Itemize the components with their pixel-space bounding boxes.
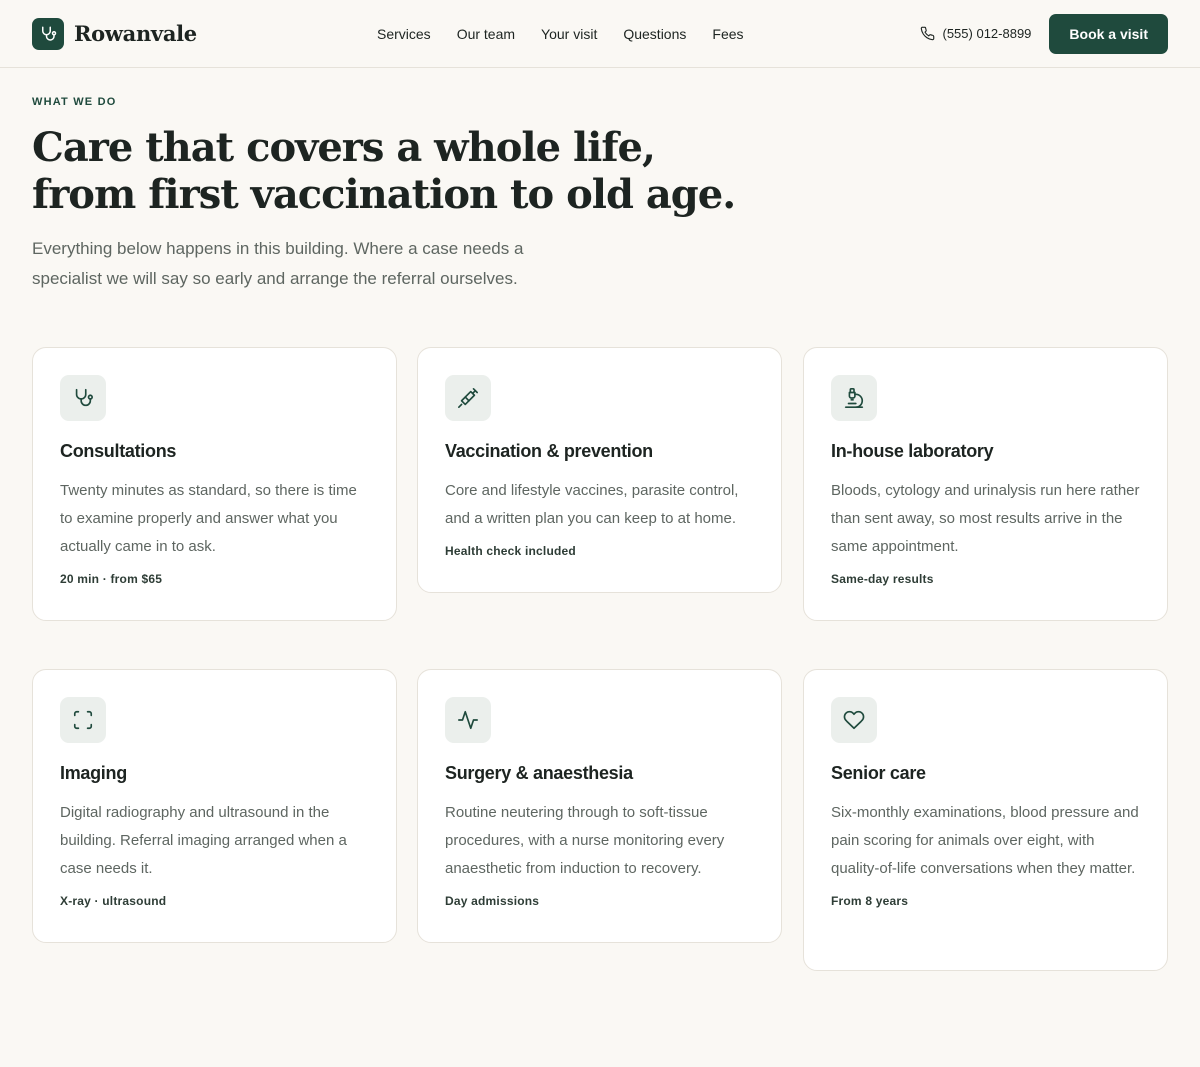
card-meta: X-ray · ultrasound xyxy=(60,894,167,908)
stethoscope-icon xyxy=(60,375,106,421)
card-meta: Day admissions xyxy=(445,894,540,908)
service-card-surgery: Surgery & anaesthesia Routine neutering … xyxy=(417,669,782,943)
syringe-icon xyxy=(445,375,491,421)
service-card-consultations: Consultations Twenty minutes as standard… xyxy=(32,347,397,621)
nav-our-team[interactable]: Our team xyxy=(457,26,515,42)
card-meta: Same-day results xyxy=(831,572,934,586)
card-title: Imaging xyxy=(60,763,127,783)
card-description: Routine neutering through to soft-tissue… xyxy=(445,804,725,877)
pulse-icon xyxy=(445,697,491,743)
card-description: Six-monthly examinations, blood pressure… xyxy=(831,804,1139,877)
service-card-imaging: Imaging Digital radiography and ultrasou… xyxy=(32,669,397,943)
card-title: Surgery & anaesthesia xyxy=(445,763,633,783)
card-title: Senior care xyxy=(831,763,926,783)
card-title: Consultations xyxy=(60,441,177,461)
phone-number: (555) 012-8899 xyxy=(942,26,1032,41)
site-header: Rowanvale Services Our team Your visit Q… xyxy=(0,0,1200,68)
nav-fees[interactable]: Fees xyxy=(712,26,743,42)
nav-questions[interactable]: Questions xyxy=(623,26,686,42)
nav-services[interactable]: Services xyxy=(377,26,431,42)
main-nav: Services Our team Your visit Questions F… xyxy=(377,0,744,68)
card-meta: 20 min · from $65 xyxy=(60,572,163,586)
service-card-senior-care: Senior care Six-monthly examinations, bl… xyxy=(803,669,1168,971)
phone-icon xyxy=(920,26,935,41)
service-card-vaccination: Vaccination & prevention Core and lifest… xyxy=(417,347,782,593)
card-description: Bloods, cytology and urinalysis run here… xyxy=(831,482,1140,555)
brand-logo-link[interactable]: Rowanvale xyxy=(32,17,197,50)
page-title: Care that covers a whole life, from firs… xyxy=(32,124,752,218)
microscope-icon xyxy=(831,375,877,421)
card-title: Vaccination & prevention xyxy=(445,441,653,461)
heart-icon xyxy=(831,697,877,743)
stethoscope-logo-icon xyxy=(32,17,64,50)
card-meta: Health check included xyxy=(445,544,576,558)
card-title: In-house laboratory xyxy=(831,441,994,461)
header-actions: (555) 012-8899 Book a visit xyxy=(920,13,1168,54)
card-description: Core and lifestyle vaccines, parasite co… xyxy=(445,482,739,527)
scan-icon xyxy=(60,697,106,743)
nav-your-visit[interactable]: Your visit xyxy=(541,26,597,42)
book-visit-button[interactable]: Book a visit xyxy=(1049,13,1168,54)
service-card-laboratory: In-house laboratory Bloods, cytology and… xyxy=(803,347,1168,621)
card-description: Twenty minutes as standard, so there is … xyxy=(60,482,357,555)
headline-line-2: from first vaccination to old age. xyxy=(32,171,736,218)
section-eyebrow: WHAT WE DO xyxy=(32,96,117,108)
brand-name: Rowanvale xyxy=(74,21,197,46)
phone-link[interactable]: (555) 012-8899 xyxy=(920,26,1032,41)
headline-line-1: Care that covers a whole life, xyxy=(32,124,656,171)
card-meta: From 8 years xyxy=(831,894,909,908)
card-description: Digital radiography and ultrasound in th… xyxy=(60,804,347,877)
intro-text: Everything below happens in this buildin… xyxy=(32,239,524,288)
